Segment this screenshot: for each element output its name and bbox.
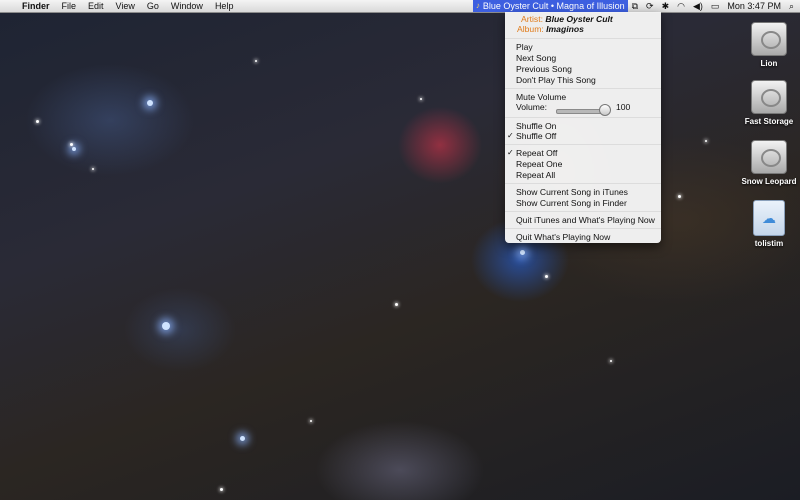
desktop-icon-label: tolistim [754, 239, 784, 248]
menu-separator [505, 211, 661, 212]
star [545, 275, 548, 278]
menu-item-mute-volume[interactable]: Mute Volume [516, 92, 566, 102]
hard-drive-icon [751, 140, 787, 174]
star [255, 60, 257, 62]
shuffle-off-label: Shuffle Off [516, 131, 557, 141]
volume-slider-knob[interactable] [599, 104, 611, 116]
clock[interactable]: Mon 3:47 PM [723, 0, 785, 12]
star [162, 322, 170, 330]
menu-file[interactable]: File [56, 0, 83, 12]
desktop-icon-label: Fast Storage [744, 117, 794, 126]
menu-separator [505, 88, 661, 89]
desktop-icon-label: Snow Leopard [741, 177, 797, 186]
menu-item-shuffle-on[interactable]: Shuffle On [516, 121, 556, 131]
star [310, 420, 312, 422]
artist-label: Artist: [521, 14, 543, 24]
hard-drive-icon [751, 22, 787, 56]
star [36, 120, 39, 123]
star [220, 488, 223, 491]
star [520, 250, 525, 255]
now-playing-menu-extra[interactable]: ♪ Blue Oyster Cult • Magna of Illusion [472, 0, 628, 12]
menu-item-repeat-off[interactable]: ✓ Repeat Off [507, 148, 558, 158]
menu-edit[interactable]: Edit [82, 0, 110, 12]
sync-icon[interactable]: ⟳ [642, 0, 658, 12]
volume-icon[interactable]: ◀) [689, 0, 707, 12]
menu-item-show-in-itunes[interactable]: Show Current Song in iTunes [516, 187, 628, 197]
menu-help[interactable]: Help [209, 0, 240, 12]
now-playing-dropdown: Artist: Blue Oyster Cult Album: Imaginos… [505, 12, 661, 243]
menu-window[interactable]: Window [165, 0, 209, 12]
dropbox-icon[interactable]: ⧉ [628, 0, 642, 12]
star [395, 303, 398, 306]
menu-separator [505, 117, 661, 118]
now-playing-icon: ♪ [475, 1, 480, 10]
menu-item-repeat-all[interactable]: Repeat All [516, 170, 555, 180]
artist-value: Blue Oyster Cult [545, 14, 613, 24]
artist-row: Artist: Blue Oyster Cult [521, 14, 613, 24]
star [420, 98, 422, 100]
album-value: Imaginos [546, 24, 584, 34]
star [705, 140, 707, 142]
wifi-icon[interactable]: ◠ [673, 0, 689, 12]
volume-value: 100 [616, 102, 631, 112]
menu-bar-extras: ♪ Blue Oyster Cult • Magna of Illusion ⧉… [472, 0, 800, 12]
menu-bar: Finder File Edit View Go Window Help ♪ B… [0, 0, 800, 13]
star [610, 360, 612, 362]
menu-item-repeat-one[interactable]: Repeat One [516, 159, 562, 169]
desktop-icon-snow-leopard[interactable]: Snow Leopard [737, 140, 800, 187]
menu-item-next-song[interactable]: Next Song [516, 53, 556, 63]
desktop-icon-lion[interactable]: Lion [737, 22, 800, 69]
menu-separator [505, 183, 661, 184]
battery-icon[interactable]: ▭ [707, 0, 724, 12]
menu-app-finder[interactable]: Finder [16, 0, 56, 12]
star [72, 147, 76, 151]
checkmark-icon: ✓ [507, 131, 514, 140]
menu-separator [505, 144, 661, 145]
star [147, 100, 153, 106]
star [70, 143, 73, 146]
checkmark-icon: ✓ [507, 148, 514, 157]
menu-separator [505, 38, 661, 39]
menu-go[interactable]: Go [141, 0, 165, 12]
desktop-icon-label: Lion [760, 59, 778, 68]
desktop-icon-tolistim[interactable]: ☁ tolistim [737, 200, 800, 249]
hard-drive-icon [751, 80, 787, 114]
repeat-off-label: Repeat Off [516, 148, 558, 158]
now-playing-title: Blue Oyster Cult • Magna of Illusion [482, 1, 625, 11]
star [678, 195, 681, 198]
menu-item-quit-app[interactable]: Quit What's Playing Now [516, 232, 610, 242]
menu-item-show-in-finder[interactable]: Show Current Song in Finder [516, 198, 627, 208]
desktop-background [0, 0, 800, 500]
menu-item-play[interactable]: Play [516, 42, 533, 52]
menu-item-shuffle-off[interactable]: ✓ Shuffle Off [507, 131, 557, 141]
desktop-icon-fast-storage[interactable]: Fast Storage [737, 80, 800, 127]
menu-item-dont-play[interactable]: Don't Play This Song [516, 75, 596, 85]
menu-item-quit-itunes-and-app[interactable]: Quit iTunes and What's Playing Now [516, 215, 655, 225]
album-row: Album: Imaginos [517, 24, 584, 34]
icloud-drive-icon: ☁ [753, 200, 785, 236]
star [92, 168, 94, 170]
menu-item-previous-song[interactable]: Previous Song [516, 64, 572, 74]
star [240, 436, 245, 441]
volume-label: Volume: [516, 102, 548, 112]
menu-view[interactable]: View [110, 0, 141, 12]
spotlight-search-icon[interactable]: ⌕ [785, 0, 800, 12]
menu-separator [505, 228, 661, 229]
album-label: Album: [517, 24, 544, 34]
bluetooth-icon[interactable]: ✱ [658, 0, 674, 12]
